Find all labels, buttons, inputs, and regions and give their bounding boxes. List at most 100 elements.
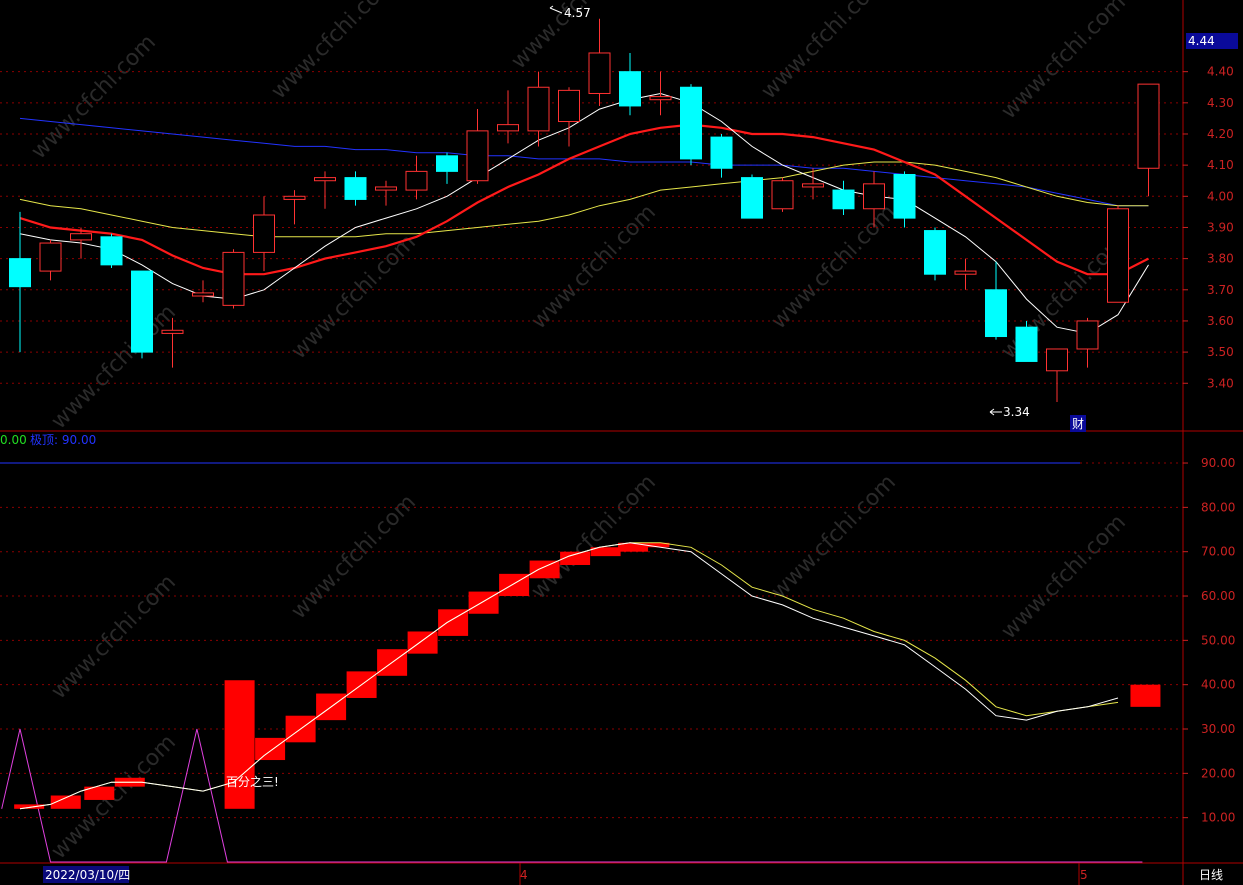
candle-body-37 — [1137, 83, 1160, 169]
ind-tick-label-3: 60.00 — [1201, 589, 1235, 603]
indicator-bar-0 — [14, 804, 45, 809]
candle-body-11 — [344, 177, 367, 200]
ma-white-line — [19, 92, 1149, 334]
current-price-label: 4.44 — [1188, 34, 1215, 48]
candle-body-20 — [619, 71, 641, 107]
candle-body-31 — [954, 270, 977, 275]
price-tick-label-9: 3.50 — [1207, 345, 1234, 359]
watermark-5: www.cfchi.com — [47, 300, 181, 434]
candle-body-5 — [161, 329, 184, 334]
moving-average-lines — [19, 92, 1150, 334]
indicator-header-value: 0.00 — [0, 433, 27, 447]
ma-yellow-line — [19, 161, 1149, 238]
indicator-white-line — [19, 542, 1119, 810]
watermark-11: www.cfchi.com — [287, 490, 421, 624]
high-marker-label: 4.57 — [564, 6, 591, 20]
low-marker-label: 3.34 — [1003, 405, 1030, 419]
price-tick-label-3: 4.10 — [1207, 158, 1234, 172]
candle-body-4 — [131, 270, 153, 353]
indicator-bar-5 — [255, 737, 286, 761]
ind-tick-label-1: 80.00 — [1201, 500, 1235, 514]
candle-body-26 — [802, 183, 824, 188]
candle-body-25 — [771, 180, 794, 210]
watermark-1: www.cfchi.com — [267, 0, 401, 104]
price-tick-label-2: 4.20 — [1207, 127, 1234, 141]
price-tick-label-8: 3.60 — [1207, 314, 1234, 328]
watermark-10: www.cfchi.com — [47, 570, 181, 704]
candle-body-0 — [9, 258, 31, 288]
price-tick-label-4: 4.00 — [1207, 189, 1234, 203]
indicator-yellow-line — [19, 542, 1119, 810]
price-tick-label-7: 3.70 — [1207, 283, 1234, 297]
price-axis: 4.40 4.30 4.20 4.10 4.00 3.90 3.80 3.70 3.60 3.50… — [1183, 65, 1235, 825]
watermark-layer: www.cfchi.com www.cfchi.com www.cfchi.com w… — [27, 0, 1131, 864]
candle-body-33 — [1015, 326, 1038, 362]
candle-body-8 — [253, 214, 275, 253]
indicator-bar-4 — [224, 680, 255, 809]
price-tick-label-0: 4.40 — [1207, 65, 1234, 79]
ma-blue-line — [19, 117, 1149, 207]
candle-body-21 — [649, 96, 672, 101]
candle-body-10 — [314, 177, 336, 182]
watermark-14: www.cfchi.com — [997, 510, 1131, 644]
candle-body-2 — [70, 233, 92, 241]
candle-body-6 — [192, 292, 214, 297]
watermark-0: www.cfchi.com — [27, 30, 161, 164]
ind-tick-label-0: 90.00 — [1201, 456, 1235, 470]
ind-tick-label-5: 40.00 — [1201, 678, 1235, 692]
date-label: 2022/03/10/四 — [45, 868, 130, 882]
low-marker-arrow — [989, 408, 1002, 416]
candle-body-9 — [283, 195, 306, 200]
candle-body-16 — [497, 124, 519, 132]
month-5-label: 5 — [1080, 868, 1088, 882]
indicator-bar-10 — [407, 631, 438, 654]
price-tick-label-5: 3.90 — [1207, 220, 1234, 234]
watermark-13: www.cfchi.com — [767, 470, 901, 604]
grid-layer — [0, 0, 1243, 885]
ind-tick-label-4: 50.00 — [1201, 633, 1235, 647]
indicator-bar-14 — [529, 560, 560, 579]
price-tick-label-6: 3.80 — [1207, 252, 1234, 266]
candle-body-24 — [741, 177, 763, 219]
price-tick-label-10: 3.40 — [1207, 376, 1234, 390]
candle-body-13 — [405, 170, 428, 191]
candle-body-17 — [527, 86, 550, 132]
watermark-7: www.cfchi.com — [527, 200, 661, 334]
candle-body-23 — [710, 136, 733, 169]
ind-tick-label-7: 20.00 — [1201, 766, 1235, 780]
candle-body-18 — [558, 89, 580, 123]
candle-body-14 — [436, 155, 458, 172]
month-4-label: 4 — [520, 868, 528, 882]
candle-body-36 — [1107, 208, 1129, 303]
watermark-4: www.cfchi.com — [997, 0, 1131, 124]
candle-body-29 — [893, 173, 916, 219]
indicator-bar-19 — [1130, 684, 1161, 707]
candle-body-12 — [375, 186, 397, 191]
price-tick-label-1: 4.30 — [1207, 96, 1234, 110]
candle-body-32 — [985, 289, 1007, 338]
candle-body-1 — [39, 242, 62, 272]
finance-badge[interactable]: 财 — [1072, 417, 1084, 431]
indicator-header-limit: 极顶: 90.00 — [30, 433, 96, 447]
indicator-series — [0, 462, 1161, 863]
indicator-annotation: 百分之三! — [226, 775, 279, 789]
watermark-6: www.cfchi.com — [287, 230, 421, 364]
candle-body-19 — [588, 52, 611, 94]
watermark-12: www.cfchi.com — [527, 470, 661, 604]
candle-body-28 — [863, 183, 885, 210]
candle-body-3 — [100, 236, 123, 266]
candle-body-15 — [466, 130, 489, 182]
ma-red-line — [19, 123, 1150, 276]
period-label[interactable]: 日线 — [1199, 868, 1223, 882]
ind-tick-label-6: 30.00 — [1201, 722, 1235, 736]
candle-body-35 — [1076, 320, 1099, 350]
candle-body-34 — [1046, 348, 1068, 372]
candle-body-7 — [222, 251, 245, 306]
watermark-3: www.cfchi.com — [757, 0, 891, 104]
watermark-8: www.cfchi.com — [767, 200, 901, 334]
candle-body-27 — [832, 189, 855, 210]
ind-tick-label-2: 70.00 — [1201, 545, 1235, 559]
ind-tick-label-8: 10.00 — [1201, 811, 1235, 825]
stock-chart[interactable]: www.cfchi.com www.cfchi.com www.cfchi.com w… — [0, 0, 1243, 885]
candle-body-22 — [680, 86, 702, 160]
